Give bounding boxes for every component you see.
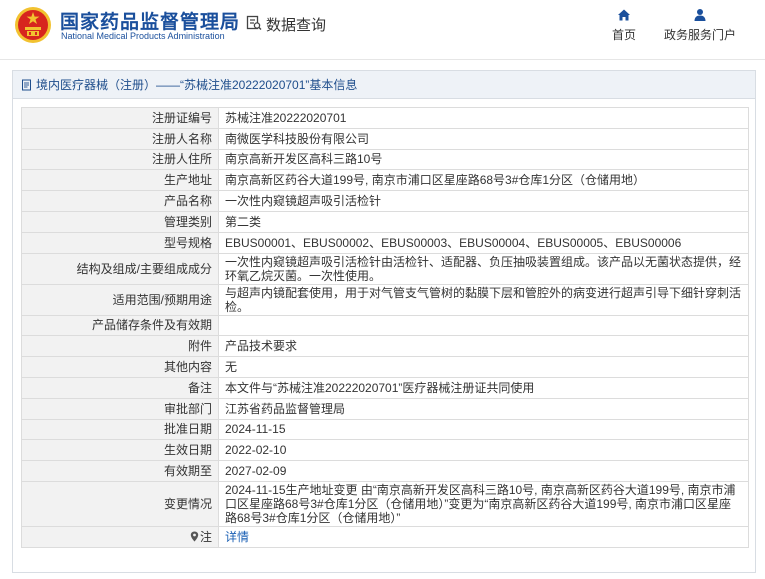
field-label: 型号规格 [21,231,219,254]
field-value: 江苏省药品监督管理局 [218,397,749,420]
table-row: 生效日期 2022-02-10 [21,439,749,462]
field-label: 有效期至 [21,460,219,482]
brand-title-en: National Medical Products Administration [61,31,225,41]
field-label: 注册证编号 [21,107,219,129]
table-row: 型号规格 EBUS00001、EBUS00002、EBUS00003、EBUS0… [21,231,749,254]
location-pin-icon [190,531,199,542]
field-label: 管理类别 [21,210,219,233]
field-label: 生产地址 [21,169,219,192]
field-label: 批准日期 [21,418,219,441]
info-table: 注册证编号 苏械注准20222020701 注册人名称 南微医学科技股份有限公司… [21,107,749,548]
page-heading: 数据查询 [266,17,327,34]
table-row: 产品名称 一次性内窥镜超声吸引活检针 [21,190,749,212]
table-row: 注 详情 [21,525,749,548]
table-row: 注册人住所 南京高新开发区高科三路10号 [21,148,749,171]
brand-title-cn: 国家药品监督管理局 [60,12,241,33]
table-row: 结构及组成/主要组成成分 一次性内窥镜超声吸引活检针由活检针、适配器、负压抽吸装… [21,252,749,285]
field-value: 南微医学科技股份有限公司 [218,127,749,150]
field-value: 苏械注准20222020701 [218,107,749,129]
table-row: 产品储存条件及有效期 [21,314,749,337]
field-label: 注册人住所 [21,148,219,171]
nav-home[interactable]: 首页 [608,8,640,43]
table-row: 其他内容 无 [21,356,749,378]
field-label: 适用范围/预期用途 [21,283,219,316]
home-icon [618,9,630,21]
field-value: 一次性内窥镜超声吸引活检针由活检针、适配器、负压抽吸装置组成。该产品以无菌状态提… [218,252,749,285]
details-link[interactable]: 详情 [225,530,249,544]
field-value: 产品技术要求 [218,335,749,358]
table-row: 管理类别 第二类 [21,210,749,233]
field-label: 备注 [21,376,219,399]
user-icon [694,9,706,21]
nav-service-portal[interactable]: 政务服务门户 [662,8,738,43]
field-value: 本文件与“苏械注准20222020701”医疗器械注册证共同使用 [218,376,749,399]
table-row: 备注 本文件与“苏械注准20222020701”医疗器械注册证共同使用 [21,376,749,399]
field-value: 南京高新开发区高科三路10号 [218,148,749,171]
field-value-cell: 详情 [218,525,749,548]
panel-title: 境内医疗器械（注册）——“苏械注准20222020701”基本信息 [13,71,755,99]
device-info-panel: 境内医疗器械（注册）——“苏械注准20222020701”基本信息 注册证编号 … [12,70,756,573]
field-label: 变更情况 [21,480,219,527]
table-row: 审批部门 江苏省药品监督管理局 [21,397,749,420]
table-row: 生产地址 南京高新区药谷大道199号, 南京市浦口区星座路68号3#仓库1分区（… [21,169,749,192]
table-row: 有效期至 2027-02-09 [21,460,749,482]
field-value: 第二类 [218,210,749,233]
document-icon [22,79,31,90]
table-row: 批准日期 2024-11-15 [21,418,749,441]
field-label: 附件 [21,335,219,358]
field-value: 2022-02-10 [218,439,749,462]
field-value: 2027-02-09 [218,460,749,482]
field-label: 审批部门 [21,397,219,420]
table-row: 注册证编号 苏械注准20222020701 [21,107,749,129]
field-label: 注册人名称 [21,127,219,150]
data-query-icon [246,15,262,30]
field-label: 产品名称 [21,190,219,212]
field-value: EBUS00001、EBUS00002、EBUS00003、EBUS00004、… [218,231,749,254]
table-row: 注册人名称 南微医学科技股份有限公司 [21,127,749,150]
field-label: 其他内容 [21,356,219,378]
table-row: 附件 产品技术要求 [21,335,749,358]
field-value: 一次性内窥镜超声吸引活检针 [218,190,749,212]
field-value: 2024-11-15 [218,418,749,441]
site-header: 国家药品监督管理局 National Medical Products Admi… [0,0,765,60]
national-emblem-icon [15,7,51,43]
field-label: 生效日期 [21,439,219,462]
field-label: 结构及组成/主要组成成分 [21,252,219,285]
field-value [218,314,749,337]
field-label: 产品储存条件及有效期 [21,314,219,337]
panel-title-text: 境内医疗器械（注册）——“苏械注准20222020701”基本信息 [36,78,358,92]
table-row: 变更情况 2024-11-15生产地址变更 由“南京高新开发区高科三路10号, … [21,480,749,527]
field-label: 注 [199,529,212,544]
nav-home-label: 首页 [611,28,636,42]
nav-service-portal-label: 政务服务门户 [663,28,736,42]
field-value: 南京高新区药谷大道199号, 南京市浦口区星座路68号3#仓库1分区（仓储用地） [218,169,749,192]
field-value: 无 [218,356,749,378]
field-value: 与超声内镜配套使用，用于对气管支气管树的黏膜下层和管腔外的病变进行超声引导下细针… [218,283,749,316]
field-value: 2024-11-15生产地址变更 由“南京高新开发区高科三路10号, 南京高新区… [218,480,749,527]
note-label-cell: 注 [21,525,219,548]
table-row: 适用范围/预期用途 与超声内镜配套使用，用于对气管支气管树的黏膜下层和管腔外的病… [21,283,749,316]
